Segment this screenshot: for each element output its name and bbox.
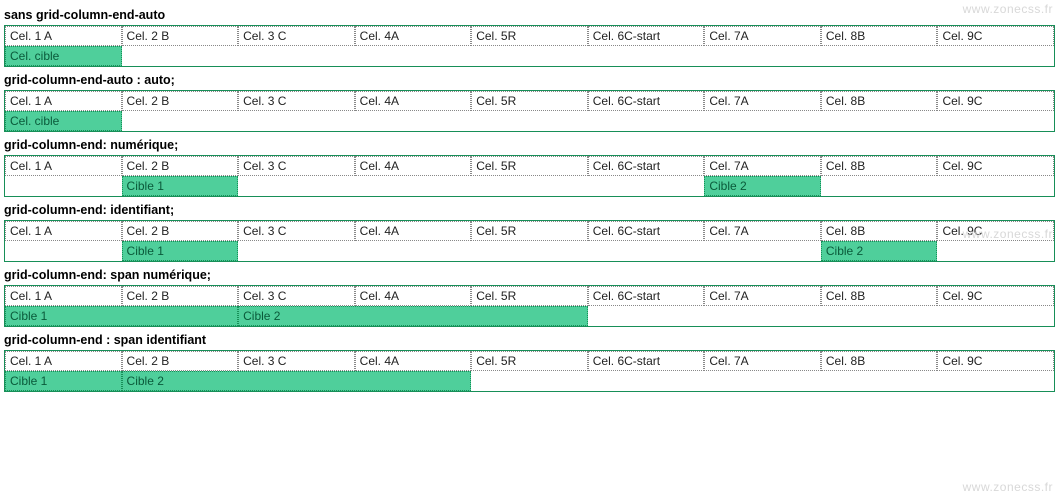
grid-container: Cel. 1 ACel. 2 BCel. 3 CCel. 4ACel. 5RCe… bbox=[4, 285, 1055, 327]
grid-container: Cel. 1 ACel. 2 BCel. 3 CCel. 4ACel. 5RCe… bbox=[4, 90, 1055, 132]
watermark-top: www.zonecss.fr bbox=[963, 2, 1053, 16]
grid-cell: Cel. 8B bbox=[821, 156, 938, 176]
grid-cell: Cel. 7A bbox=[704, 286, 821, 306]
grid: Cel. 1 ACel. 2 BCel. 3 CCel. 4ACel. 5RCe… bbox=[5, 156, 1054, 196]
grid-cell: Cel. 5R bbox=[471, 351, 588, 371]
grid-cell: Cel. 9C bbox=[937, 286, 1054, 306]
target-cell: Cible 1 bbox=[5, 371, 122, 391]
section-title: sans grid-column-end-auto bbox=[4, 8, 1055, 22]
target-cell: Cible 1 bbox=[122, 241, 239, 261]
grid-cell: Cel. 5R bbox=[471, 26, 588, 46]
section-title: grid-column-end-auto : auto; bbox=[4, 73, 1055, 87]
grid-cell: Cel. 2 B bbox=[122, 221, 239, 241]
section-title: grid-column-end: identifiant; bbox=[4, 203, 1055, 217]
grid-cell: Cel. 4A bbox=[355, 351, 472, 371]
grid: Cel. 1 ACel. 2 BCel. 3 CCel. 4ACel. 5RCe… bbox=[5, 91, 1054, 131]
grid-cell: Cel. 3 C bbox=[238, 221, 355, 241]
grid-cell: Cel. 7A bbox=[704, 351, 821, 371]
grid-cell: Cel. 9C bbox=[937, 156, 1054, 176]
grid-cell: Cel. 5R bbox=[471, 156, 588, 176]
grid-cell: Cel. 5R bbox=[471, 91, 588, 111]
grid-cell: Cel. 8B bbox=[821, 91, 938, 111]
grid-cell: Cel. 8B bbox=[821, 351, 938, 371]
grid-cell: Cel. 1 A bbox=[5, 26, 122, 46]
grid-cell: Cel. 1 A bbox=[5, 156, 122, 176]
target-cell: Cible 2 bbox=[122, 371, 472, 391]
grid: Cel. 1 ACel. 2 BCel. 3 CCel. 4ACel. 5RCe… bbox=[5, 351, 1054, 391]
grid-cell: Cel. 8B bbox=[821, 26, 938, 46]
target-cell: Cible 1 bbox=[122, 176, 239, 196]
section-title: grid-column-end: numérique; bbox=[4, 138, 1055, 152]
section-title: grid-column-end : span identifiant bbox=[4, 333, 1055, 347]
grid-cell: Cel. 3 C bbox=[238, 91, 355, 111]
grid-cell: Cel. 6C-start bbox=[588, 91, 705, 111]
target-cell: Cible 2 bbox=[704, 176, 821, 196]
grid-cell: Cel. 6C-start bbox=[588, 221, 705, 241]
grid-cell: Cel. 3 C bbox=[238, 26, 355, 46]
grid-cell: Cel. 6C-start bbox=[588, 26, 705, 46]
grid-container: Cel. 1 ACel. 2 BCel. 3 CCel. 4ACel. 5RCe… bbox=[4, 350, 1055, 392]
grid-cell: Cel. 2 B bbox=[122, 91, 239, 111]
grid-cell: Cel. 7A bbox=[704, 221, 821, 241]
grid-cell: Cel. 6C-start bbox=[588, 156, 705, 176]
watermark-mid: www.zonecss.fr bbox=[963, 227, 1053, 241]
watermark-bottom: www.zonecss.fr bbox=[963, 480, 1053, 494]
target-cell: Cible 1 bbox=[5, 306, 238, 326]
grid: Cel. 1 ACel. 2 BCel. 3 CCel. 4ACel. 5RCe… bbox=[5, 286, 1054, 326]
target-cell: Cible 2 bbox=[238, 306, 588, 326]
grid-cell: Cel. 4A bbox=[355, 156, 472, 176]
target-cell: Cible 2 bbox=[821, 241, 938, 261]
grid-cell: Cel. 9C bbox=[937, 91, 1054, 111]
grid-cell: Cel. 6C-start bbox=[588, 286, 705, 306]
grid-container: Cel. 1 ACel. 2 BCel. 3 CCel. 4ACel. 5RCe… bbox=[4, 220, 1055, 262]
grid-cell: Cel. 5R bbox=[471, 221, 588, 241]
grid-cell: Cel. 9C bbox=[937, 351, 1054, 371]
target-cell: Cel. cible bbox=[5, 46, 122, 66]
grid-cell: Cel. 3 C bbox=[238, 351, 355, 371]
grid-cell: Cel. 4A bbox=[355, 91, 472, 111]
grid-cell: Cel. 1 A bbox=[5, 351, 122, 371]
grid-cell: Cel. 4A bbox=[355, 221, 472, 241]
section-title: grid-column-end: span numérique; bbox=[4, 268, 1055, 282]
grid-cell: Cel. 2 B bbox=[122, 351, 239, 371]
grid-cell: Cel. 8B bbox=[821, 221, 938, 241]
grid: Cel. 1 ACel. 2 BCel. 3 CCel. 4ACel. 5RCe… bbox=[5, 221, 1054, 261]
grid-cell: Cel. 6C-start bbox=[588, 351, 705, 371]
grid-cell: Cel. 2 B bbox=[122, 286, 239, 306]
grid-cell: Cel. 8B bbox=[821, 286, 938, 306]
grid-cell: Cel. 7A bbox=[704, 156, 821, 176]
grid: Cel. 1 ACel. 2 BCel. 3 CCel. 4ACel. 5RCe… bbox=[5, 26, 1054, 66]
grid-cell: Cel. 4A bbox=[355, 286, 472, 306]
grid-container: Cel. 1 ACel. 2 BCel. 3 CCel. 4ACel. 5RCe… bbox=[4, 25, 1055, 67]
grid-cell: Cel. 2 B bbox=[122, 26, 239, 46]
grid-cell: Cel. 7A bbox=[704, 91, 821, 111]
grid-cell: Cel. 7A bbox=[704, 26, 821, 46]
grid-cell: Cel. 9C bbox=[937, 26, 1054, 46]
grid-cell: Cel. 1 A bbox=[5, 286, 122, 306]
grid-cell: Cel. 3 C bbox=[238, 286, 355, 306]
grid-cell: Cel. 3 C bbox=[238, 156, 355, 176]
grid-cell: Cel. 1 A bbox=[5, 221, 122, 241]
target-cell: Cel. cible bbox=[5, 111, 122, 131]
grid-cell: Cel. 2 B bbox=[122, 156, 239, 176]
grid-cell: Cel. 4A bbox=[355, 26, 472, 46]
grid-container: Cel. 1 ACel. 2 BCel. 3 CCel. 4ACel. 5RCe… bbox=[4, 155, 1055, 197]
grid-cell: Cel. 1 A bbox=[5, 91, 122, 111]
grid-cell: Cel. 5R bbox=[471, 286, 588, 306]
